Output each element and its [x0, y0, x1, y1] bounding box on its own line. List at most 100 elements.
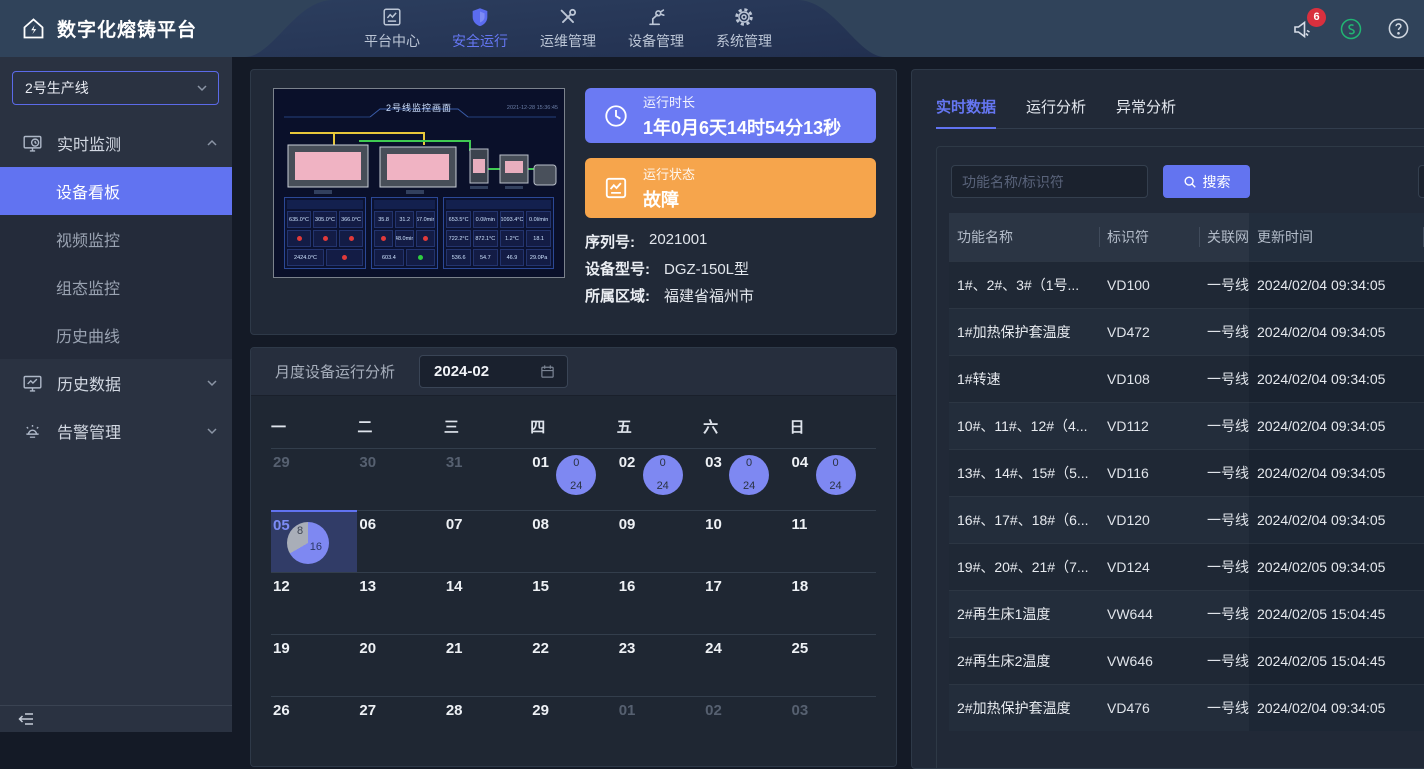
- calendar-day-08[interactable]: 08: [530, 511, 616, 572]
- scada-value: 48.0min: [395, 230, 414, 247]
- cell-identifier: VD100: [1099, 277, 1199, 293]
- tab-operation-analysis[interactable]: 运行分析: [1026, 96, 1086, 128]
- status-dot-red: [326, 249, 363, 266]
- calendar-day-29[interactable]: 29: [530, 697, 616, 758]
- calendar-day-14[interactable]: 14: [444, 573, 530, 634]
- calendar-day-07[interactable]: 07: [444, 511, 530, 572]
- calendar-day-19[interactable]: 19: [271, 635, 357, 696]
- robot-arm-icon: [645, 6, 667, 28]
- scada-panel: 35.831.257.0min48.0min603.4: [371, 197, 438, 269]
- calendar-day-24[interactable]: 24: [703, 635, 789, 696]
- calendar-day-26[interactable]: 26: [271, 697, 357, 758]
- cell-gateway: 一号线: [1199, 604, 1249, 624]
- calendar-day-25[interactable]: 25: [790, 635, 876, 696]
- calendar-week-row: 29303101024020240302404024: [271, 448, 876, 510]
- serial-row: 序列号: 2021001: [585, 231, 707, 252]
- nav-item-device-management[interactable]: 设备管理: [624, 6, 688, 51]
- secondary-input-partial[interactable]: [1418, 165, 1424, 198]
- sidebar-item-video-monitor[interactable]: 视频监控: [0, 215, 232, 263]
- calendar-day-12[interactable]: 12: [271, 573, 357, 634]
- calendar-day-15[interactable]: 15: [530, 573, 616, 634]
- nav-item-ops-management[interactable]: 运维管理: [536, 6, 600, 51]
- sidebar-menu: 实时监测 设备看板视频监控组态监控历史曲线 历史数据 告警管理: [0, 119, 232, 455]
- scada-value: 29.0Pa: [526, 249, 551, 266]
- production-line-select[interactable]: 2号生产线: [12, 71, 219, 105]
- cell-identifier: VW646: [1099, 653, 1199, 669]
- calendar-day-04[interactable]: 04024: [790, 449, 876, 510]
- scada-value: 0.0l/min: [526, 211, 551, 228]
- calendar-day-20[interactable]: 20: [357, 635, 443, 696]
- scada-value: 603.4: [374, 249, 404, 266]
- search-button[interactable]: 搜索: [1163, 165, 1250, 198]
- connection-icon[interactable]: [1339, 17, 1363, 41]
- collapse-sidebar-icon[interactable]: [16, 709, 36, 729]
- cell-gateway: 一号线: [1199, 557, 1249, 577]
- calendar-day-23[interactable]: 23: [617, 635, 703, 696]
- runtime-pie: 024: [556, 455, 596, 495]
- sidebar-group-history-data[interactable]: 历史数据: [0, 359, 232, 407]
- chevron-down-icon: [206, 425, 218, 437]
- calendar-day-02[interactable]: 02024: [617, 449, 703, 510]
- nav-item-safe-operation[interactable]: 安全运行: [448, 6, 512, 51]
- calendar-day-30[interactable]: 30: [357, 449, 443, 510]
- calendar-day-31[interactable]: 31: [444, 449, 530, 510]
- calendar-day-18[interactable]: 18: [790, 573, 876, 634]
- status-box: 运行状态 故障: [585, 158, 876, 218]
- monthly-analysis-panel: 月度设备运行分析 2024-02 一二三四五六日 293031010240202…: [250, 347, 897, 767]
- scada-value: 31.2: [395, 211, 414, 228]
- calendar-day-28[interactable]: 28: [444, 697, 530, 758]
- calendar-day-06[interactable]: 06: [357, 511, 443, 572]
- cell-identifier: VD112: [1099, 418, 1199, 434]
- help-icon[interactable]: [1387, 17, 1410, 40]
- calendar-day-13[interactable]: 13: [357, 573, 443, 634]
- nav-item-system-management[interactable]: 系统管理: [712, 6, 776, 51]
- sidebar-item-device-board[interactable]: 设备看板: [0, 167, 232, 215]
- home-bolt-logo-icon: [20, 15, 47, 42]
- scada-value: 1.2°C: [500, 230, 525, 247]
- calendar-week-row: 19202122232425: [271, 634, 876, 696]
- cell-gateway: 一号线: [1199, 463, 1249, 483]
- announcement-icon[interactable]: 6: [1291, 17, 1315, 41]
- calendar-day-01[interactable]: 01: [617, 697, 703, 758]
- status-dot-red: [416, 230, 435, 247]
- calendar-day-03[interactable]: 03: [790, 697, 876, 758]
- calendar-day-22[interactable]: 22: [530, 635, 616, 696]
- model-row: 设备型号: DGZ-150L型: [585, 258, 749, 279]
- search-input[interactable]: [951, 165, 1148, 198]
- calendar-day-10[interactable]: 10: [703, 511, 789, 572]
- calendar-day-02[interactable]: 02: [703, 697, 789, 758]
- tab-anomaly-analysis[interactable]: 异常分析: [1116, 96, 1176, 128]
- status-dot-red: [287, 230, 311, 247]
- scada-value: 366.0°C: [339, 211, 363, 228]
- scada-value: 635.0°C: [287, 211, 311, 228]
- calendar-day-03[interactable]: 03024: [703, 449, 789, 510]
- production-line-value: 2号生产线: [25, 78, 89, 98]
- scada-value: 46.9: [500, 249, 525, 266]
- calendar-day-11[interactable]: 11: [790, 511, 876, 572]
- calendar-day-05[interactable]: 05816: [271, 510, 357, 572]
- notification-badge: 6: [1307, 8, 1326, 27]
- region-value: 福建省福州市: [664, 285, 754, 306]
- sidebar-item-config-monitor[interactable]: 组态监控: [0, 263, 232, 311]
- data-tabs: 实时数据运行分析异常分析: [936, 96, 1424, 129]
- calendar-day-09[interactable]: 09: [617, 511, 703, 572]
- sidebar-group-alarm-management[interactable]: 告警管理: [0, 407, 232, 455]
- status-value: 故障: [643, 186, 695, 212]
- nav-item-platform-center[interactable]: 平台中心: [360, 6, 424, 51]
- sidebar-group-realtime-monitor[interactable]: 实时监测: [0, 119, 232, 167]
- calendar-day-16[interactable]: 16: [617, 573, 703, 634]
- calendar-day-21[interactable]: 21: [444, 635, 530, 696]
- runtime-pie: 024: [643, 455, 683, 495]
- month-picker[interactable]: 2024-02: [419, 355, 568, 388]
- cell-identifier: VD116: [1099, 465, 1199, 481]
- calendar-day-17[interactable]: 17: [703, 573, 789, 634]
- calendar-day-29[interactable]: 29: [271, 449, 357, 510]
- calendar-day-27[interactable]: 27: [357, 697, 443, 758]
- region-row: 所属区域: 福建省福州市: [585, 285, 754, 306]
- calendar-day-01[interactable]: 01024: [530, 449, 616, 510]
- tab-realtime-data[interactable]: 实时数据: [936, 96, 996, 128]
- status-dot-green: [406, 249, 436, 266]
- cell-name: 1#、2#、3#（1号...: [949, 275, 1099, 295]
- data-panel: 实时数据运行分析异常分析 搜索 功能名称 标识符 关联网 1#、2#、3#（1号…: [911, 69, 1424, 769]
- sidebar-item-history-curve[interactable]: 历史曲线: [0, 311, 232, 359]
